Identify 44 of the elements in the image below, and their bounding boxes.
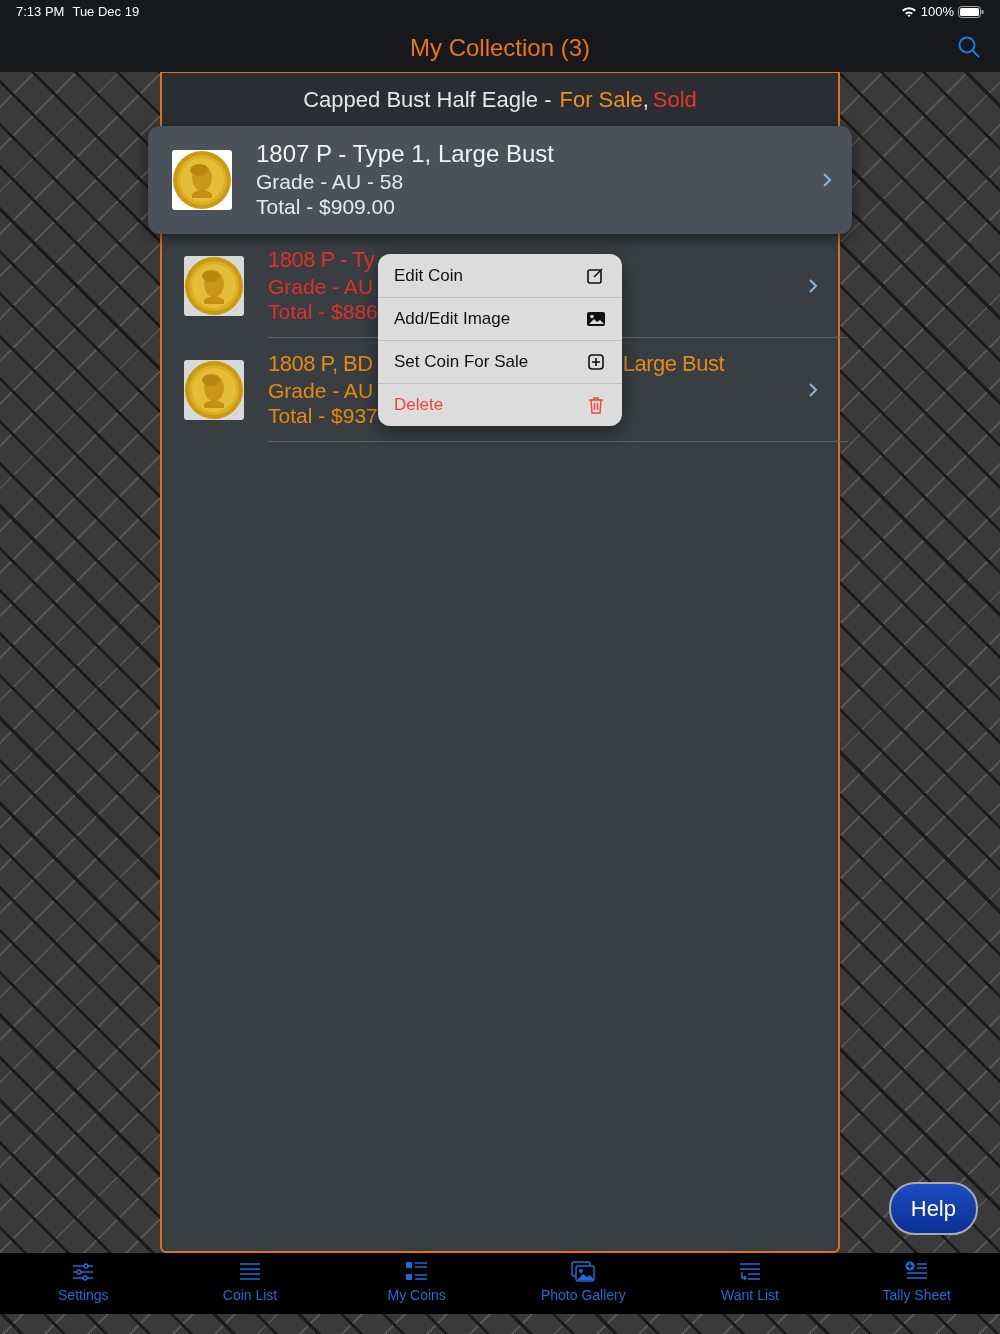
image-icon (586, 309, 606, 329)
coin-total: Total - $937 (268, 403, 378, 427)
screen-title: My Collection (3) (409, 33, 590, 63)
trash-icon (586, 395, 606, 415)
coin-title: 1808 P - Ty (268, 247, 375, 274)
battery-icon (958, 6, 984, 18)
chevron-icon (822, 172, 832, 188)
menu-item[interactable]: Edit Coin (378, 254, 622, 297)
help-button[interactable]: Help (888, 1182, 978, 1235)
coin-total: Total - $886 (268, 299, 378, 323)
menu-item[interactable]: Delete (378, 383, 622, 426)
status-date: Tue Dec 19 (72, 3, 140, 22)
sliders-icon (71, 1261, 96, 1283)
legend-separator: , (642, 86, 649, 114)
legend-label: For Sale (559, 86, 643, 114)
tab-button[interactable]: Want List (666, 1253, 834, 1314)
wifi-icon (900, 6, 917, 18)
status-time: 7:13 PM (16, 3, 65, 22)
photos-icon (571, 1261, 596, 1283)
tab-button[interactable]: Coin List (166, 1253, 334, 1314)
bulleted-list-icon (404, 1261, 429, 1283)
legend-label: Sold (652, 86, 697, 114)
list-icon (238, 1261, 262, 1283)
section-title: Capped Bust Half Eagle - (303, 86, 552, 114)
tab-button[interactable]: Tally Sheet (833, 1253, 1000, 1314)
list-arrow-icon (738, 1261, 762, 1283)
menu-item[interactable]: Set Coin For Sale (378, 340, 622, 383)
add-icon (586, 352, 606, 372)
chevron-icon (808, 278, 818, 294)
coin-grade: Grade - AU (268, 378, 374, 402)
menu-item[interactable]: Add/Edit Image (378, 297, 622, 340)
tab-button[interactable]: My Coins (333, 1253, 500, 1314)
coin-title: 1808 P, BD (268, 351, 373, 378)
coin-title: Large Bust (622, 351, 725, 378)
coin-grade: Grade - AU - 58 (256, 170, 404, 194)
coin-total: Total - $909.00 (256, 195, 395, 219)
search-icon[interactable] (958, 36, 980, 58)
battery-percent: 100% (920, 3, 954, 22)
coin-title: 1807 P - Type 1, Large Bust (256, 140, 554, 170)
tab-button[interactable]: Settings (0, 1253, 167, 1314)
coin-grade: Grade - AU (268, 274, 374, 298)
chevron-icon (808, 382, 818, 398)
edit-icon (586, 265, 606, 286)
tab-button[interactable]: Photo Gallery (500, 1253, 667, 1314)
